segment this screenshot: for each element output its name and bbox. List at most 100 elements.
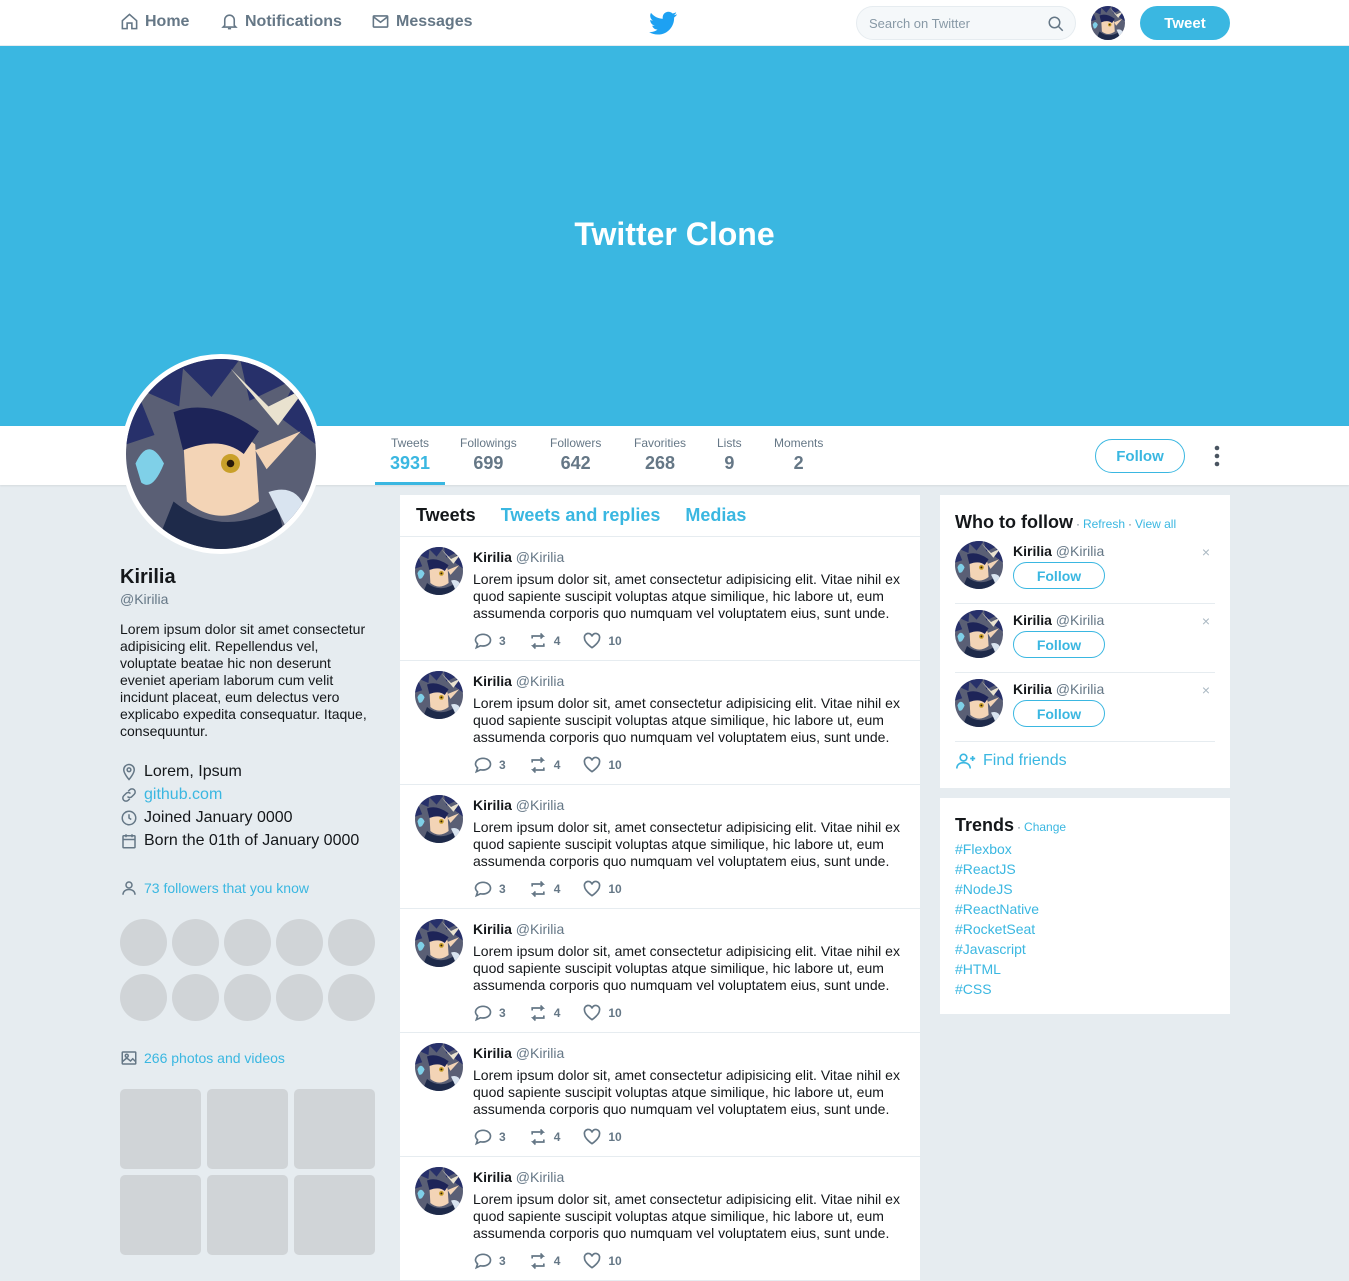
follower-avatar-placeholder[interactable]: [224, 919, 271, 966]
tweet-item[interactable]: Kirilia @Kirilia Lorem ipsum dolor sit, …: [400, 1157, 920, 1281]
reply-button[interactable]: 3: [473, 1127, 506, 1147]
search-icon[interactable]: [1047, 15, 1065, 33]
like-button[interactable]: 10: [582, 1251, 622, 1271]
tweet-button[interactable]: Tweet: [1140, 6, 1230, 40]
tweet-author-name[interactable]: Kirilia: [473, 797, 512, 813]
suggestion-avatar[interactable]: [955, 541, 1003, 589]
like-button[interactable]: 10: [582, 631, 622, 651]
suggestion-avatar[interactable]: [955, 610, 1003, 658]
photo-placeholder[interactable]: [120, 1175, 201, 1255]
trend-item[interactable]: #NodeJS: [955, 879, 1039, 899]
tab-tweets-and-replies[interactable]: Tweets and replies: [501, 505, 661, 526]
tweet-avatar[interactable]: [415, 1043, 463, 1091]
tweet-item[interactable]: Kirilia @Kirilia Lorem ipsum dolor sit, …: [400, 785, 920, 909]
change-trends-link[interactable]: Change: [1024, 820, 1066, 834]
tweet-avatar[interactable]: [415, 795, 463, 843]
follower-avatar-placeholder[interactable]: [172, 974, 219, 1021]
search-input[interactable]: [869, 7, 1039, 39]
tweet-author-name[interactable]: Kirilia: [473, 1045, 512, 1061]
follow-button[interactable]: Follow: [1095, 439, 1185, 473]
retweet-button[interactable]: 4: [528, 1127, 560, 1147]
like-button[interactable]: 10: [582, 1127, 622, 1147]
find-friends-link[interactable]: Find friends: [955, 751, 1067, 771]
like-button[interactable]: 10: [582, 755, 622, 775]
stat-followers[interactable]: Followers 642: [550, 436, 601, 474]
trend-item[interactable]: #CSS: [955, 979, 1039, 999]
retweet-icon: [530, 880, 545, 898]
retweet-button[interactable]: 4: [528, 755, 560, 775]
tweet-avatar[interactable]: [415, 919, 463, 967]
suggestion-name[interactable]: Kirilia: [1013, 612, 1052, 628]
reply-button[interactable]: 3: [473, 755, 506, 775]
suggestion-avatar[interactable]: [955, 679, 1003, 727]
reply-button[interactable]: 3: [473, 879, 506, 899]
reply-button[interactable]: 3: [473, 631, 506, 651]
dismiss-icon[interactable]: ×: [1202, 613, 1210, 629]
nav-notifications[interactable]: Notifications: [220, 12, 342, 31]
trend-item[interactable]: #ReactNative: [955, 899, 1039, 919]
dismiss-icon[interactable]: ×: [1202, 544, 1210, 560]
tab-tweets[interactable]: Tweets: [416, 505, 476, 526]
suggestion-name[interactable]: Kirilia: [1013, 543, 1052, 559]
refresh-link[interactable]: Refresh: [1083, 517, 1125, 531]
retweet-button[interactable]: 4: [528, 631, 560, 651]
nav-avatar[interactable]: [1091, 6, 1125, 40]
trend-item[interactable]: #Flexbox: [955, 839, 1039, 859]
view-all-link[interactable]: View all: [1135, 517, 1176, 531]
tweet-avatar[interactable]: [415, 671, 463, 719]
retweet-button[interactable]: 4: [528, 1251, 560, 1271]
tweet-item[interactable]: Kirilia @Kirilia Lorem ipsum dolor sit, …: [400, 537, 920, 661]
trend-item[interactable]: #ReactJS: [955, 859, 1039, 879]
tweet-avatar[interactable]: [415, 547, 463, 595]
more-vertical-icon[interactable]: [1207, 444, 1227, 468]
profile-website-link[interactable]: github.com: [144, 786, 222, 804]
follower-avatar-placeholder[interactable]: [224, 974, 271, 1021]
photo-placeholder[interactable]: [294, 1175, 375, 1255]
suggestion-follow-button[interactable]: Follow: [1013, 700, 1105, 727]
reply-button[interactable]: 3: [473, 1251, 506, 1271]
profile-avatar[interactable]: [121, 354, 321, 554]
tab-medias[interactable]: Medias: [685, 505, 746, 526]
tweet-item[interactable]: Kirilia @Kirilia Lorem ipsum dolor sit, …: [400, 1033, 920, 1157]
nav-messages[interactable]: Messages: [371, 12, 473, 31]
tweet-avatar[interactable]: [415, 1167, 463, 1215]
dismiss-icon[interactable]: ×: [1202, 682, 1210, 698]
stat-lists[interactable]: Lists 9: [717, 436, 742, 474]
suggestion-name[interactable]: Kirilia: [1013, 681, 1052, 697]
follower-avatar-placeholder[interactable]: [120, 974, 167, 1021]
stat-followings[interactable]: Followings 699: [460, 436, 517, 474]
follower-avatar-placeholder[interactable]: [120, 919, 167, 966]
follower-avatar-placeholder[interactable]: [276, 974, 323, 1021]
tweet-author-name[interactable]: Kirilia: [473, 1169, 512, 1185]
tweet-author-name[interactable]: Kirilia: [473, 673, 512, 689]
twitter-bird-icon[interactable]: [648, 9, 679, 37]
tweet-item[interactable]: Kirilia @Kirilia Lorem ipsum dolor sit, …: [400, 661, 920, 785]
photo-placeholder[interactable]: [294, 1089, 375, 1169]
trend-item[interactable]: #Javascript: [955, 939, 1039, 959]
suggestion-follow-button[interactable]: Follow: [1013, 562, 1105, 589]
tweet-author-name[interactable]: Kirilia: [473, 921, 512, 937]
reply-button[interactable]: 3: [473, 1003, 506, 1023]
follower-avatar-placeholder[interactable]: [328, 919, 375, 966]
photo-placeholder[interactable]: [207, 1089, 288, 1169]
photo-placeholder[interactable]: [120, 1089, 201, 1169]
stat-tweets[interactable]: Tweets 3931: [390, 436, 430, 474]
photos-videos-link[interactable]: 266 photos and videos: [120, 1049, 285, 1067]
trend-item[interactable]: #HTML: [955, 959, 1039, 979]
like-button[interactable]: 10: [582, 879, 622, 899]
follower-avatar-placeholder[interactable]: [172, 919, 219, 966]
tweet-author-name[interactable]: Kirilia: [473, 549, 512, 565]
retweet-button[interactable]: 4: [528, 1003, 560, 1023]
tweet-item[interactable]: Kirilia @Kirilia Lorem ipsum dolor sit, …: [400, 909, 920, 1033]
followers-you-know-link[interactable]: 73 followers that you know: [120, 879, 309, 897]
suggestion-follow-button[interactable]: Follow: [1013, 631, 1105, 658]
photo-placeholder[interactable]: [207, 1175, 288, 1255]
like-button[interactable]: 10: [582, 1003, 622, 1023]
stat-favorities[interactable]: Favorities 268: [634, 436, 686, 474]
follower-avatar-placeholder[interactable]: [276, 919, 323, 966]
nav-home[interactable]: Home: [120, 12, 189, 31]
trend-item[interactable]: #RocketSeat: [955, 919, 1039, 939]
stat-moments[interactable]: Moments 2: [774, 436, 823, 474]
retweet-button[interactable]: 4: [528, 879, 560, 899]
follower-avatar-placeholder[interactable]: [328, 974, 375, 1021]
